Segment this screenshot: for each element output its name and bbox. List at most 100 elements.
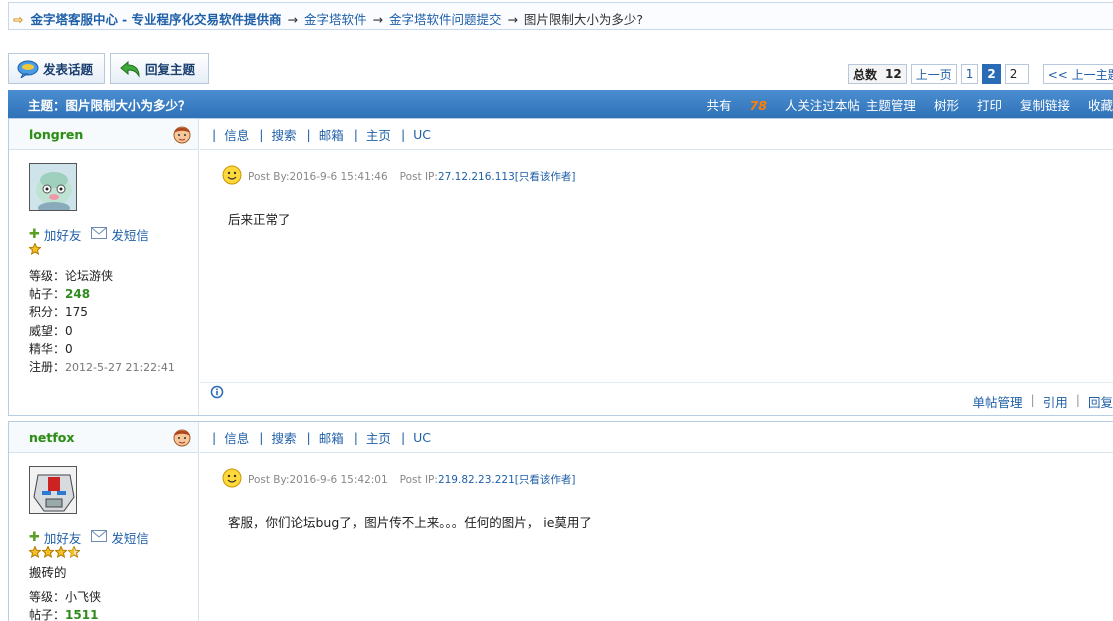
- nav-home-link[interactable]: 主页: [366, 428, 391, 447]
- speech-bubble-icon: [17, 60, 39, 78]
- username[interactable]: longren: [29, 127, 83, 142]
- half-star-icon: [67, 545, 81, 561]
- user-actions: ✚ 加好友 发短信: [29, 225, 149, 244]
- nav-info-link[interactable]: 信息: [224, 125, 249, 144]
- breadcrumb-tagline[interactable]: - 专业程序化交易软件提供商: [122, 12, 282, 27]
- user-face-icon: [172, 427, 192, 450]
- nav-home-link[interactable]: 主页: [366, 125, 391, 144]
- user-header: netfox: [9, 422, 198, 453]
- user-rank-stars: [28, 545, 81, 561]
- star-icon: [28, 242, 42, 258]
- page-1-button[interactable]: 1: [960, 64, 979, 84]
- prev-topic-button[interactable]: << 上一主题: [1042, 64, 1113, 84]
- new-topic-button[interactable]: 发表话题: [8, 53, 105, 84]
- quote-link[interactable]: 引用: [1043, 392, 1068, 411]
- prev-page-button[interactable]: 上一页: [910, 64, 957, 84]
- reply-topic-label: 回复主题: [145, 62, 196, 77]
- user-panel: netfox ✚ 加好友 发短信 搬砖的 等级：小飞侠 帖子：1511: [9, 422, 199, 621]
- author-only-link[interactable]: [只看该作者]: [515, 472, 576, 487]
- user-elite: 精华：0: [29, 341, 73, 356]
- nav-search-link[interactable]: 搜索: [271, 125, 296, 144]
- breadcrumb-current: 图片限制大小为多少?: [523, 12, 644, 27]
- user-face-icon: [172, 124, 192, 147]
- reply-link[interactable]: 回复: [1088, 392, 1113, 411]
- post-manage-link[interactable]: 单帖管理: [973, 392, 1023, 411]
- reply-arrow-icon: [119, 60, 141, 78]
- breadcrumb-arrow-icon: →: [507, 12, 518, 27]
- breadcrumb-issues[interactable]: 金字塔软件问题提交: [389, 12, 502, 27]
- post: netfox ✚ 加好友 发短信 搬砖的 等级：小飞侠 帖子：1511 | 信息…: [8, 421, 1113, 621]
- post-ip: 27.12.216.113: [437, 170, 515, 183]
- post-ip-label: Post IP:: [399, 473, 438, 486]
- envelope-icon: [91, 227, 108, 242]
- nav-uc-link[interactable]: UC: [413, 127, 431, 142]
- plus-icon: ✚: [29, 227, 40, 242]
- avatar[interactable]: [29, 163, 77, 211]
- post-meta: Post By: 2016-9-6 15:41:46 Post IP: 27.1…: [222, 165, 575, 188]
- page-2-button[interactable]: 2: [982, 64, 1001, 84]
- post-time: 2016-9-6 15:41:46: [289, 170, 388, 183]
- username[interactable]: netfox: [29, 430, 74, 445]
- user-nav: | 信息 | 搜索 | 邮箱 | 主页 | UC: [200, 119, 1113, 150]
- breadcrumb-arrow-icon: →: [287, 12, 298, 27]
- post-by-label: Post By:: [248, 473, 290, 486]
- print-link[interactable]: 打印: [977, 95, 1002, 114]
- user-title: 搬砖的: [29, 565, 67, 580]
- user-points: 积分：175: [29, 305, 88, 320]
- user-post-count: 帖子：1511: [29, 608, 99, 621]
- breadcrumb: ⇨ 金字塔客服中心 - 专业程序化交易软件提供商 → 金字塔软件 → 金字塔软件…: [8, 2, 1113, 30]
- breadcrumb-software[interactable]: 金字塔软件: [304, 12, 367, 27]
- page-jump-input[interactable]: 2: [1004, 64, 1029, 84]
- new-topic-label: 发表话题: [43, 62, 94, 77]
- nav-mail-link[interactable]: 邮箱: [319, 125, 344, 144]
- breadcrumb-home[interactable]: 金字塔客服中心: [30, 12, 118, 27]
- arrow-right-icon: ⇨: [13, 12, 24, 27]
- star-icon: [41, 545, 55, 561]
- send-message-link[interactable]: 发短信: [111, 528, 149, 547]
- post-body: | 信息 | 搜索 | 邮箱 | 主页 | UC Post By: 2016-9-6 15…: [200, 422, 1113, 621]
- follow-info: 共有 78 人关注过本帖: [706, 97, 860, 113]
- post-meta: Post By: 2016-9-6 15:42:01 Post IP: 219.…: [222, 468, 575, 491]
- post-body: | 信息 | 搜索 | 邮箱 | 主页 | UC Post By: 2016-9-6 15…: [200, 119, 1113, 415]
- smiley-icon: [222, 165, 242, 188]
- user-post-count: 帖子：248: [29, 287, 91, 302]
- user-registered: 注册：2012-5-27 21:22:41: [29, 360, 175, 375]
- breadcrumb-arrow-icon: →: [372, 12, 383, 27]
- topic-manage-link[interactable]: 主题管理: [866, 95, 916, 114]
- user-panel: longren ✚ 加好友 发短信 等级：论坛游侠 帖子：248 积分：175 …: [9, 119, 199, 415]
- topic-tools: 共有 78 人关注过本帖 主题管理 树形 打印 复制链接 收藏: [688, 90, 1113, 118]
- nav-search-link[interactable]: 搜索: [271, 428, 296, 447]
- post-footer: 单帖管理 | 引用 | 回复: [200, 382, 1113, 415]
- add-friend-link[interactable]: 加好友: [44, 528, 82, 547]
- post-actions: 单帖管理 | 引用 | 回复: [972, 392, 1113, 411]
- smiley-icon: [222, 468, 242, 491]
- post-time: 2016-9-6 15:42:01: [289, 473, 388, 486]
- post-by-label: Post By:: [248, 170, 290, 183]
- author-only-link[interactable]: [只看该作者]: [515, 169, 576, 184]
- user-actions: ✚ 加好友 发短信: [29, 528, 149, 547]
- post-content: 后来正常了: [228, 212, 291, 227]
- copy-link-link[interactable]: 复制链接: [1020, 95, 1070, 114]
- reply-topic-button[interactable]: 回复主题: [110, 53, 209, 84]
- nav-info-link[interactable]: 信息: [224, 428, 249, 447]
- topic-title: 主题：图片限制大小为多少？: [28, 97, 191, 113]
- add-friend-link[interactable]: 加好友: [44, 225, 82, 244]
- user-level: 等级：论坛游侠: [29, 269, 114, 283]
- user-prestige: 威望：0: [29, 323, 73, 338]
- post: longren ✚ 加好友 发短信 等级：论坛游侠 帖子：248 积分：175 …: [8, 118, 1113, 416]
- user-level: 等级：小飞侠: [29, 590, 102, 604]
- plus-icon: ✚: [29, 530, 40, 545]
- nav-uc-link[interactable]: UC: [413, 430, 431, 445]
- envelope-icon: [91, 530, 108, 545]
- nav-mail-link[interactable]: 邮箱: [319, 428, 344, 447]
- topic-header: 主题：图片限制大小为多少？ 共有 78 人关注过本帖 主题管理 树形 打印 复制链接…: [8, 90, 1113, 118]
- total-count: 总数 12: [848, 64, 907, 84]
- user-nav: | 信息 | 搜索 | 邮箱 | 主页 | UC: [200, 422, 1113, 453]
- info-icon[interactable]: [210, 385, 224, 402]
- favorite-link[interactable]: 收藏: [1088, 95, 1113, 114]
- tree-view-link[interactable]: 树形: [934, 95, 959, 114]
- avatar[interactable]: [29, 466, 77, 514]
- pagination: 总数 12 上一页 1 2 2 << 上一主题: [848, 64, 1113, 84]
- send-message-link[interactable]: 发短信: [111, 225, 149, 244]
- user-header: longren: [9, 119, 198, 150]
